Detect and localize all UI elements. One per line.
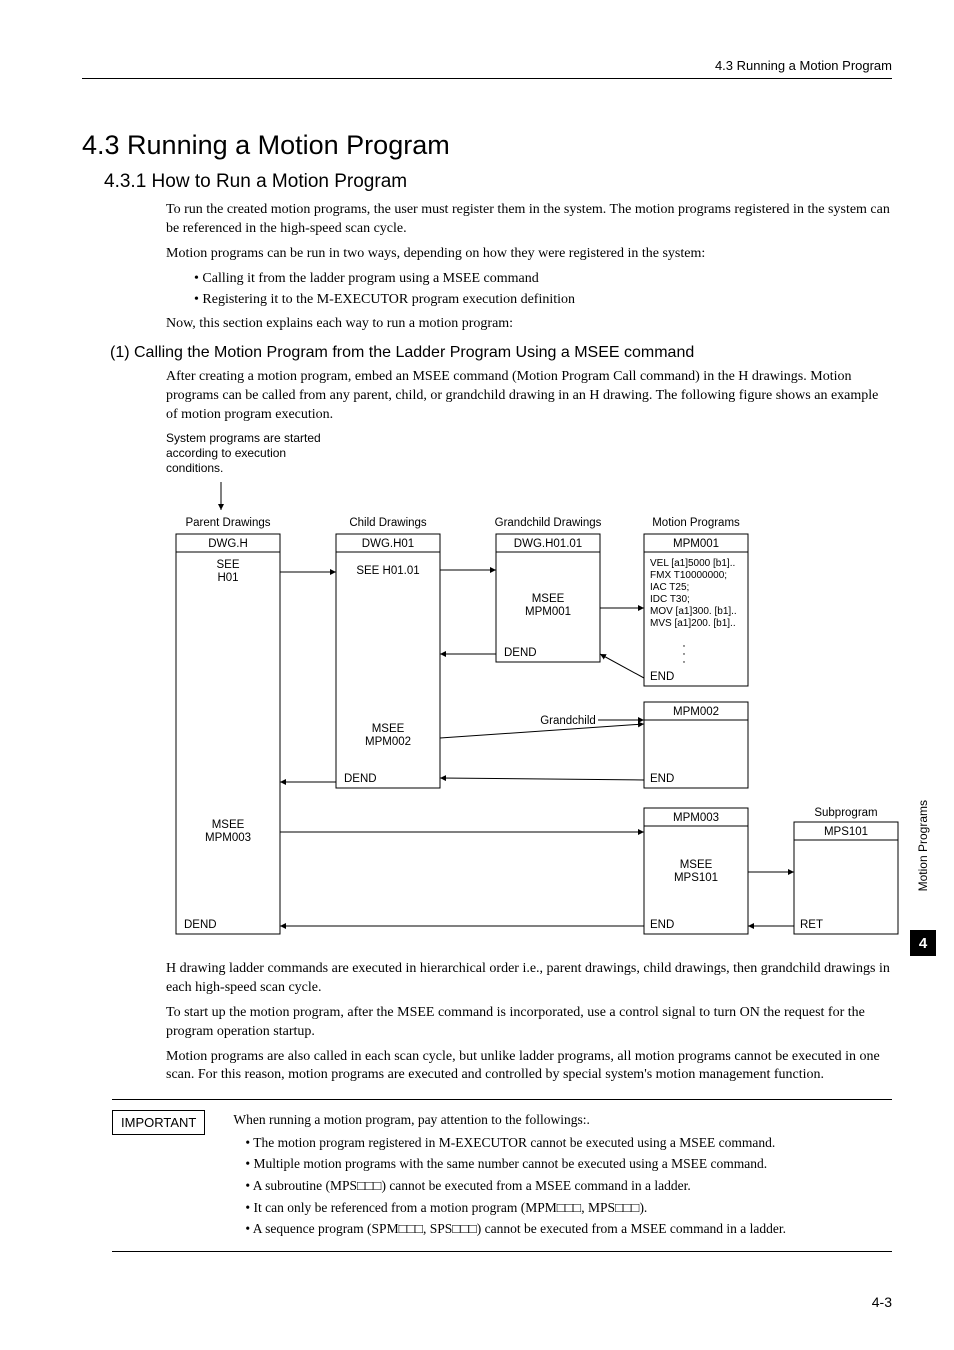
important-intro: When running a motion program, pay atten…	[233, 1110, 786, 1130]
code-line: IAC T25;	[650, 582, 689, 593]
box-title: MPM001	[673, 538, 719, 550]
box-text: MSEE	[212, 819, 245, 831]
col-header: Subprogram	[814, 807, 877, 819]
label: Grandchild	[540, 715, 596, 727]
col-header: Grandchild Drawings	[495, 517, 602, 529]
box-text: H01	[217, 572, 238, 584]
code-line: VEL [a1]5000 [b1]..	[650, 558, 735, 569]
header-rule	[82, 78, 892, 79]
box-text: END	[650, 671, 674, 683]
code-line: MOV [a1]300. [b1]..	[650, 606, 737, 617]
box-text: DEND	[184, 919, 217, 931]
paragraph: To run the created motion programs, the …	[166, 201, 892, 239]
box-text: MSEE	[680, 859, 713, 871]
diagram-note: System programs are started according to…	[166, 431, 336, 476]
list-item: Multiple motion programs with the same n…	[245, 1154, 786, 1174]
col-header: Parent Drawings	[185, 517, 270, 529]
box-text: MPS101	[674, 872, 718, 884]
box-text: DEND	[504, 647, 537, 659]
paragraph: After creating a motion program, embed a…	[166, 368, 892, 425]
subheading: (1) Calling the Motion Program from the …	[110, 344, 892, 362]
important-label: IMPORTANT	[112, 1110, 205, 1135]
box-text: MPM001	[525, 606, 571, 618]
box-text: MPM003	[205, 832, 251, 844]
box-title: MPM003	[673, 812, 719, 824]
list-item: The motion program registered in M-EXECU…	[245, 1133, 786, 1153]
flow-diagram: Parent Drawings Child Drawings Grandchil…	[166, 482, 906, 952]
box-text: SEE	[216, 559, 239, 571]
box-text: END	[650, 773, 674, 785]
important-list: The motion program registered in M-EXECU…	[245, 1133, 786, 1239]
box-title: DWG.H01.01	[514, 538, 582, 550]
list-item: Calling it from the ladder program using…	[194, 270, 892, 289]
paragraph: Motion programs are also called in each …	[166, 1048, 892, 1086]
page-number: 4-3	[872, 1294, 892, 1310]
box-text: END	[650, 919, 674, 931]
list-item: It can only be referenced from a motion …	[245, 1198, 786, 1218]
paragraph: Now, this section explains each way to r…	[166, 315, 892, 334]
code-line: FMX T10000000;	[650, 570, 727, 581]
code-line: MVS [a1]200. [b1]..	[650, 618, 736, 629]
box-title: MPM002	[673, 706, 719, 718]
subsection-heading: 4.3.1 How to Run a Motion Program	[104, 171, 892, 193]
side-tab-label: Motion Programs	[916, 800, 930, 891]
box-title: DWG.H01	[362, 538, 414, 550]
paragraph: H drawing ladder commands are executed i…	[166, 960, 892, 998]
section-heading: 4.3 Running a Motion Program	[82, 130, 892, 161]
box-text: MSEE	[372, 723, 405, 735]
page-content: 4.3 Running a Motion Program 4.3.1 How t…	[82, 130, 892, 1252]
chapter-indicator: 4	[910, 930, 936, 956]
running-header: 4.3 Running a Motion Program	[715, 58, 892, 73]
list-item: A subroutine (MPS□□□) cannot be executed…	[245, 1176, 786, 1196]
important-callout: IMPORTANT When running a motion program,…	[112, 1099, 892, 1251]
col-header: Motion Programs	[652, 517, 740, 529]
box-text: DEND	[344, 773, 377, 785]
box-text: MPM002	[365, 736, 411, 748]
bullet-list: Calling it from the ladder program using…	[194, 270, 892, 310]
col-header: Child Drawings	[349, 517, 427, 529]
box-text: MSEE	[532, 593, 565, 605]
diagram: System programs are started according to…	[166, 431, 892, 952]
paragraph: Motion programs can be run in two ways, …	[166, 245, 892, 264]
box-text: SEE H01.01	[356, 565, 419, 577]
box-text: RET	[800, 919, 823, 931]
list-item: Registering it to the M-EXECUTOR program…	[194, 291, 892, 310]
list-item: A sequence program (SPM□□□, SPS□□□) cann…	[245, 1219, 786, 1239]
code-line: IDC T30;	[650, 594, 690, 605]
box-title: DWG.H	[208, 538, 248, 550]
box-title: MPS101	[824, 826, 868, 838]
paragraph: To start up the motion program, after th…	[166, 1004, 892, 1042]
